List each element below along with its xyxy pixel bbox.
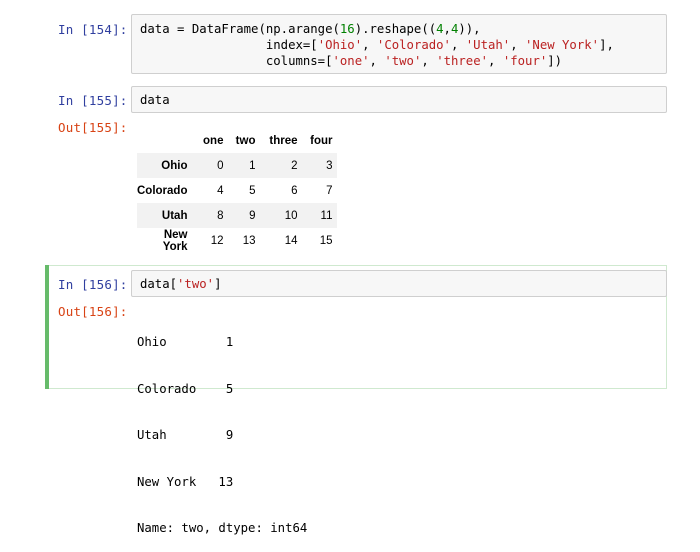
index-header (137, 129, 199, 153)
table-row: Colorado 4 5 6 7 (137, 178, 337, 203)
table-cell: 5 (249, 184, 256, 197)
series-output: Ohio 1 Colorado 5 Utah 9 New York 13 Nam… (137, 304, 307, 552)
code-input-155[interactable]: data (131, 86, 667, 113)
selected-cell-indicator (45, 265, 49, 389)
input-prompt-156: In [156]: (58, 277, 128, 292)
column-header-four: four (310, 135, 333, 147)
input-prompt-155: In [155]: (58, 93, 128, 108)
row-index: Utah (161, 209, 188, 222)
column-header-two: two (235, 135, 256, 147)
table-cell: 7 (326, 184, 333, 197)
table-cell: 1 (249, 159, 256, 172)
code-line-3: columns=['one', 'two', 'three', 'four']) (140, 54, 563, 68)
table-cell: 3 (326, 159, 333, 172)
table-cell: 6 (291, 184, 298, 197)
table-cell: 2 (291, 159, 298, 172)
table-cell: 15 (319, 234, 333, 247)
column-header-one: one (203, 135, 224, 147)
series-line: Utah 9 (137, 428, 234, 442)
code-input-154[interactable]: data = DataFrame(np.arange(16).reshape((… (131, 14, 667, 74)
table-cell: 4 (217, 184, 224, 197)
table-row: Utah 8 9 10 11 (137, 203, 338, 228)
output-prompt-156: Out[156]: (58, 304, 128, 319)
table-cell: 14 (284, 234, 298, 247)
table-row: Ohio 0 1 2 3 (137, 153, 338, 178)
table-cell: 12 (210, 234, 224, 247)
series-line: Colorado 5 (137, 381, 234, 396)
table-row: New York 12 13 14 15 (137, 228, 337, 253)
dataframe-header-row: one two three four (137, 129, 337, 153)
row-index: Ohio (161, 159, 188, 172)
series-line: New York 13 (137, 474, 234, 489)
table-cell: 11 (320, 209, 333, 222)
code-input-156[interactable]: data['two'] (131, 270, 667, 297)
series-line: Name: two, dtype: int64 (137, 521, 308, 535)
table-cell: 13 (242, 234, 256, 247)
row-index: Colorado (137, 184, 188, 197)
input-prompt-154: In [154]: (58, 22, 128, 37)
code-line-data: data (140, 93, 170, 107)
code-line-2: index=['Ohio', 'Colorado', 'Utah', 'New … (140, 38, 614, 52)
series-line: Ohio 1 (137, 335, 234, 349)
table-cell: 10 (284, 209, 298, 222)
code-line-1: data = DataFrame(np.arange(16).reshape((… (140, 22, 481, 36)
table-cell: 9 (249, 209, 256, 222)
row-index: New York (162, 228, 188, 253)
dataframe-output: one two three four Ohio 0 1 2 3 Colorado… (137, 129, 338, 253)
table-cell: 0 (217, 159, 224, 172)
table-cell: 8 (217, 209, 224, 222)
code-line-data-two: data['two'] (140, 277, 222, 291)
column-header-three: three (269, 135, 298, 147)
output-prompt-155: Out[155]: (58, 120, 128, 135)
